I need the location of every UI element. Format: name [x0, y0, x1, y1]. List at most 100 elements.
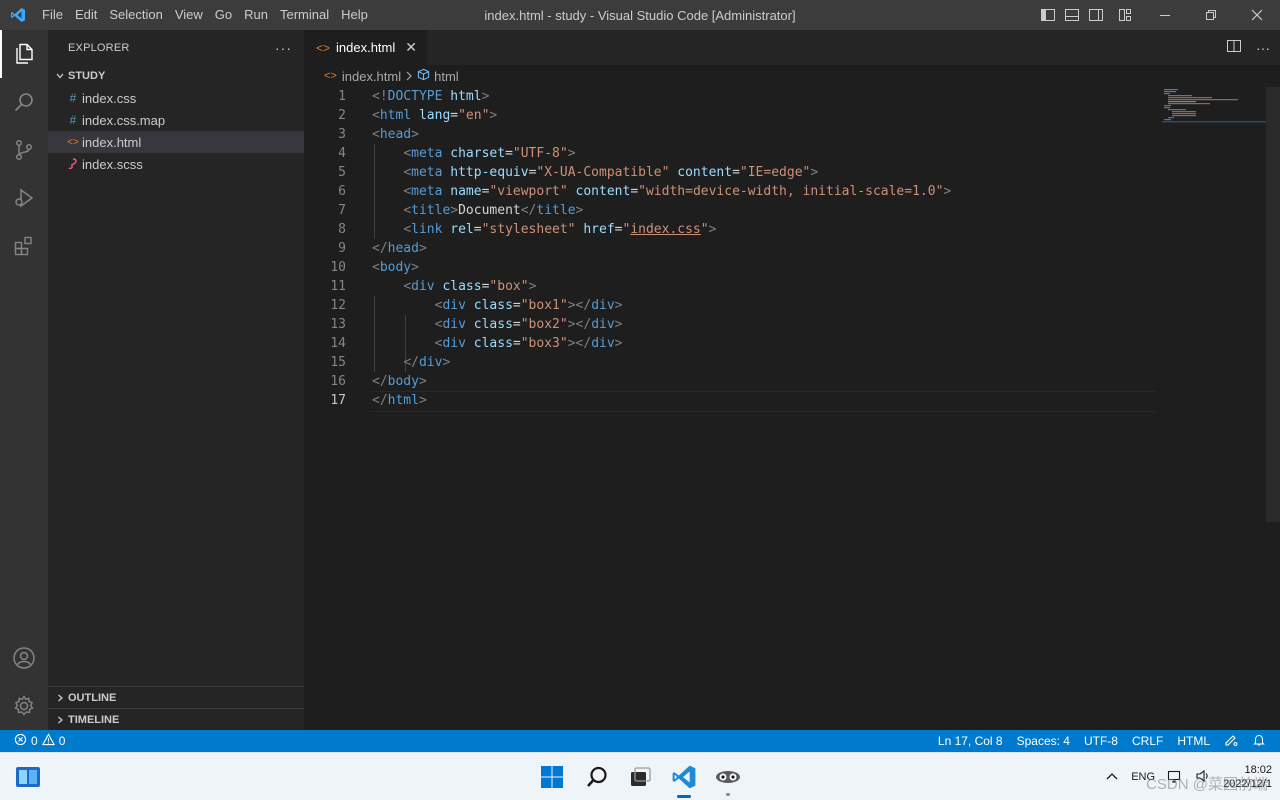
- folder-name: STUDY: [68, 70, 106, 82]
- editor-area: <> index.html ✕ ··· <> index.html html 1…: [304, 30, 1280, 730]
- customize-layout-icon[interactable]: [1108, 0, 1142, 30]
- line-number: 12: [330, 298, 346, 313]
- code-line[interactable]: 8 <link rel="stylesheet" href="index.css…: [304, 220, 1156, 239]
- chevron-right-icon: [52, 693, 68, 703]
- menu-edit[interactable]: Edit: [69, 0, 103, 30]
- code-line[interactable]: 17 </html>: [304, 391, 1156, 412]
- outline-section[interactable]: OUTLINE: [48, 686, 304, 708]
- chevron-right-icon: [405, 69, 413, 84]
- toggle-panel-icon[interactable]: [1060, 0, 1084, 30]
- scrollbar-thumb[interactable]: [1266, 87, 1280, 522]
- feedback-icon[interactable]: [1224, 733, 1238, 750]
- taskbar-search-icon[interactable]: [577, 753, 617, 800]
- menu-run[interactable]: Run: [238, 0, 274, 30]
- file-item-index-scss[interactable]: index.scss: [48, 153, 304, 175]
- line-number: 11: [330, 279, 346, 294]
- code-line[interactable]: 1 <!DOCTYPE html>: [304, 87, 1156, 106]
- menu-view[interactable]: View: [169, 0, 209, 30]
- line-number: 16: [330, 374, 346, 389]
- language-mode[interactable]: HTML: [1177, 734, 1210, 748]
- notifications-bell-icon[interactable]: [1252, 733, 1266, 750]
- code-line[interactable]: 14 <div class="box3"></div>: [304, 334, 1156, 353]
- clock[interactable]: 18:02 2022/12/1: [1223, 763, 1272, 791]
- code-line[interactable]: 6 <meta name="viewport" content="width=d…: [304, 182, 1156, 201]
- explorer-icon[interactable]: [0, 30, 48, 78]
- line-text: <div class="box">: [403, 279, 537, 294]
- end-of-line[interactable]: CRLF: [1132, 734, 1163, 748]
- source-control-icon[interactable]: [0, 126, 48, 174]
- indentation[interactable]: Spaces: 4: [1017, 734, 1070, 748]
- gear-icon[interactable]: [0, 682, 48, 730]
- code-line[interactable]: 7 <title>Document</title>: [304, 201, 1156, 220]
- outline-label: OUTLINE: [68, 691, 117, 704]
- menu-file[interactable]: File: [36, 0, 69, 30]
- widgets-icon[interactable]: [8, 753, 48, 800]
- code-line[interactable]: 10 <body>: [304, 258, 1156, 277]
- file-item-index-css[interactable]: # index.css: [48, 87, 304, 109]
- close-tab-icon[interactable]: ✕: [405, 39, 417, 56]
- title-bar: File Edit Selection View Go Run Terminal…: [0, 0, 1280, 30]
- menu-go[interactable]: Go: [209, 0, 238, 30]
- code-line[interactable]: 2 <html lang="en">: [304, 106, 1156, 125]
- split-editor-icon[interactable]: [1226, 38, 1242, 57]
- html-file-icon: <>: [67, 136, 79, 148]
- more-actions-icon[interactable]: ···: [1256, 40, 1270, 56]
- line-number: 17: [330, 393, 346, 408]
- encoding[interactable]: UTF-8: [1084, 734, 1118, 748]
- code-line[interactable]: 11 <div class="box">: [304, 277, 1156, 296]
- toggle-sidebar-icon[interactable]: [1036, 0, 1060, 30]
- breadcrumb-symbol[interactable]: html: [434, 69, 459, 84]
- sidebar-bottom-sections: OUTLINE TIMELINE: [48, 686, 304, 730]
- toggle-secondary-sidebar-icon[interactable]: [1084, 0, 1108, 30]
- chevron-up-icon[interactable]: [1105, 771, 1119, 784]
- start-menu-icon[interactable]: [532, 753, 572, 800]
- title-actions: [1036, 0, 1280, 30]
- line-text: <body>: [372, 260, 419, 275]
- menu-help[interactable]: Help: [335, 0, 374, 30]
- vertical-scrollbar[interactable]: [1266, 87, 1280, 730]
- code-line[interactable]: 12 <div class="box1"></div>: [304, 296, 1156, 315]
- line-text: <div class="box2"></div>: [434, 317, 623, 332]
- file-item-index-css-map[interactable]: # index.css.map: [48, 109, 304, 131]
- menu-bar: File Edit Selection View Go Run Terminal…: [36, 0, 374, 30]
- problems-indicator[interactable]: 0 0: [0, 733, 65, 749]
- activity-bar: [0, 30, 48, 730]
- minimize-icon[interactable]: [1142, 0, 1188, 30]
- file-item-index-html[interactable]: <> index.html: [48, 131, 304, 153]
- close-window-icon[interactable]: [1234, 0, 1280, 30]
- folder-section-study[interactable]: STUDY: [48, 65, 304, 87]
- code-line[interactable]: 4 <meta charset="UTF-8">: [304, 144, 1156, 163]
- code-editor[interactable]: 1 <!DOCTYPE html> 2 <html lang="en"> 3 <head>…: [304, 87, 1156, 412]
- restore-icon[interactable]: [1188, 0, 1234, 30]
- task-view-icon[interactable]: [620, 753, 660, 800]
- code-line[interactable]: 5 <meta http-equiv="X-UA-Compatible" con…: [304, 163, 1156, 182]
- cursor-position[interactable]: Ln 17, Col 8: [938, 734, 1003, 748]
- timeline-section[interactable]: TIMELINE: [48, 708, 304, 730]
- code-line[interactable]: 15 </div>: [304, 353, 1156, 372]
- tab-index-html[interactable]: <> index.html ✕: [304, 30, 427, 65]
- app-taskbar-icon[interactable]: [708, 753, 748, 800]
- explorer-more-actions-icon[interactable]: ···: [275, 40, 292, 56]
- code-line[interactable]: 16 </body>: [304, 372, 1156, 391]
- network-icon[interactable]: [1167, 768, 1183, 787]
- minimap[interactable]: [1162, 87, 1266, 127]
- vscode-taskbar-icon[interactable]: [664, 753, 704, 800]
- code-line[interactable]: 13 <div class="box2"></div>: [304, 315, 1156, 334]
- editor-actions: ···: [1226, 30, 1270, 65]
- code-line[interactable]: 3 <head>: [304, 125, 1156, 144]
- explorer-title: EXPLORER: [68, 41, 130, 54]
- code-line[interactable]: 9 </head>: [304, 239, 1156, 258]
- line-number: 1: [338, 89, 346, 104]
- status-bar: 0 0 Ln 17, Col 8 Spaces: 4 UTF-8 CRLF HT…: [0, 730, 1280, 752]
- menu-terminal[interactable]: Terminal: [274, 0, 335, 30]
- menu-selection[interactable]: Selection: [103, 0, 168, 30]
- vscode-logo-icon[interactable]: [0, 0, 36, 30]
- extensions-icon[interactable]: [0, 222, 48, 270]
- breadcrumb-file[interactable]: index.html: [342, 69, 401, 84]
- accounts-icon[interactable]: [0, 634, 48, 682]
- volume-icon[interactable]: [1195, 768, 1211, 787]
- run-debug-icon[interactable]: [0, 174, 48, 222]
- input-language[interactable]: ENG: [1131, 771, 1155, 783]
- line-text: <head>: [372, 127, 419, 142]
- search-icon[interactable]: [0, 78, 48, 126]
